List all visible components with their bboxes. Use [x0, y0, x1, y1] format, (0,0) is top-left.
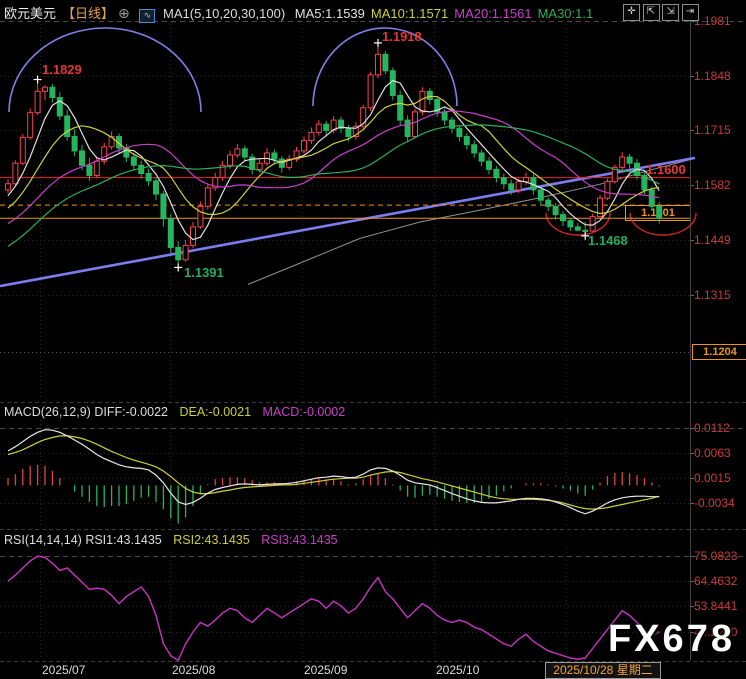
macd-diff-value: DIFF:-0.0022: [94, 405, 168, 419]
watermark: FX678: [608, 618, 735, 661]
rsi-title: RSI(14,14,14): [4, 533, 82, 547]
chart-header: 欧元美元【日线】 ⊕ ∿ MA1(5,10,20,30,100) MA5:1.15…: [4, 3, 605, 23]
rsi-header: RSI(14,14,14) RSI1:43.1435 RSI2:43.1435 …: [4, 533, 338, 547]
snap-right-icon[interactable]: ⇲: [662, 4, 679, 21]
crosshair-icon[interactable]: ✛: [623, 4, 640, 21]
chart-style-icon[interactable]: ∿: [139, 9, 155, 23]
macd-macd-value: MACD:-0.0002: [263, 405, 346, 419]
ma-settings-label: MA1(5,10,20,30,100): [163, 6, 285, 21]
macd-header: MACD(26,12,9) DIFF:-0.0022 DEA:-0.0021 M…: [4, 405, 345, 419]
resistance-price-label: 1.1600: [646, 162, 686, 177]
current-date-label: 2025/10/28 星期二: [545, 662, 661, 679]
ma-values: MA5:1.1539 MA10:1.1571 MA20:1.1561 MA30:1.1: [295, 6, 599, 21]
ma-value-0: MA5:1.1539: [295, 6, 365, 21]
chart-canvas[interactable]: [0, 0, 746, 679]
ma-value-1: MA10:1.1571: [371, 6, 448, 21]
month-label: 2025/10: [436, 663, 479, 677]
symbol-title: 欧元美元: [4, 6, 56, 21]
snap-left-icon[interactable]: ⇱: [643, 4, 660, 21]
rsi1-value: RSI1:43.1435: [85, 533, 161, 547]
period-label: 【日线】: [62, 6, 114, 21]
ma-value-3: MA30:1.1: [538, 6, 594, 21]
rsi2-value: RSI2:43.1435: [173, 533, 249, 547]
annotation-high-sep: 1.1918: [382, 29, 422, 44]
annotation-high-july: 1.1829: [42, 62, 82, 77]
forward-icon[interactable]: ⇥: [682, 4, 699, 21]
rsi3-value: RSI3:43.1435: [261, 533, 337, 547]
macd-dea-value: DEA:-0.0021: [179, 405, 251, 419]
add-indicator-icon[interactable]: ⊕: [118, 5, 130, 21]
alert-price-label: 1.1204: [692, 344, 746, 360]
month-label: 2025/07: [42, 663, 85, 677]
annotation-low-oct: 1.1468: [588, 233, 628, 248]
month-label: 2025/08: [172, 663, 215, 677]
ma-value-2: MA20:1.1561: [454, 6, 531, 21]
annotation-low-aug: 1.1391: [184, 265, 224, 280]
chart-window: 欧元美元【日线】 ⊕ ∿ MA1(5,10,20,30,100) MA5:1.15…: [0, 0, 746, 679]
macd-title: MACD(26,12,9): [4, 405, 91, 419]
month-label: 2025/09: [304, 663, 347, 677]
